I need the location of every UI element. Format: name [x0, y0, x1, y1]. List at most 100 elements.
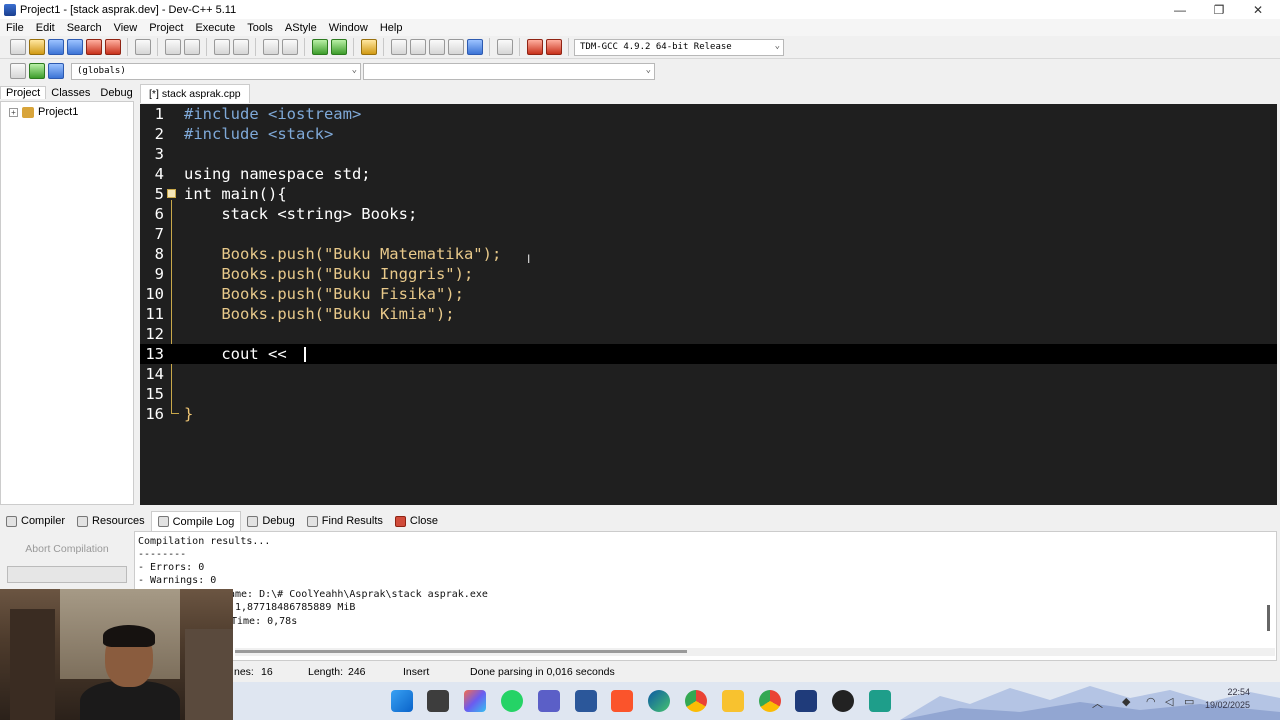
fold-toggle-icon[interactable]	[167, 189, 176, 198]
line-number: 13	[145, 345, 164, 363]
compile-icon[interactable]	[390, 39, 407, 55]
tab-label: Close	[409, 515, 439, 527]
indent-icon[interactable]	[262, 39, 279, 55]
menu-help[interactable]: Help	[374, 22, 409, 34]
expand-icon[interactable]: +	[9, 107, 18, 117]
edge-browser-icon[interactable]	[648, 690, 670, 712]
print-icon[interactable]	[134, 39, 151, 55]
run-icon[interactable]	[409, 39, 426, 55]
chrome-profile-icon[interactable]	[759, 690, 781, 712]
volume-icon[interactable]: ◁	[1165, 695, 1173, 708]
status-length-value: 246	[348, 666, 366, 678]
profile-icon[interactable]	[526, 39, 543, 55]
whatsapp-icon[interactable]	[501, 690, 523, 712]
toggle-bookmark-icon[interactable]	[28, 63, 45, 79]
code-line: 1 #include <iostream>	[140, 104, 1277, 124]
compiler-select[interactable]: TDM-GCC 4.9.2 64-bit Release ⌄	[574, 38, 784, 56]
scope-select[interactable]: (globals) ⌄	[71, 62, 361, 80]
menu-astyle[interactable]: AStyle	[279, 22, 323, 34]
menu-project[interactable]: Project	[143, 22, 189, 34]
compile-log-output[interactable]: Compilation results... -------- - Errors…	[134, 531, 1277, 661]
tab-resources[interactable]: Resources	[71, 511, 151, 531]
tray-chevron-up-icon[interactable]: ︿	[1092, 695, 1103, 711]
tab-debug[interactable]: Debug	[95, 87, 137, 99]
stop-execution-icon[interactable]	[496, 39, 513, 55]
code-editor[interactable]: 1 #include <iostream> 2 #include <stack>…	[140, 104, 1277, 505]
file-explorer-icon[interactable]	[722, 690, 744, 712]
save-icon[interactable]	[47, 39, 64, 55]
log-vertical-scrollbar[interactable]	[1267, 605, 1270, 631]
redo-icon[interactable]	[183, 39, 200, 55]
menu-search[interactable]: Search	[61, 22, 108, 34]
replace-icon[interactable]	[232, 39, 249, 55]
webcam-person-hair	[103, 625, 155, 647]
log-line: - Errors: 0	[138, 562, 205, 573]
close-window-button[interactable]: ✕	[1238, 0, 1278, 19]
tab-label: Compiler	[21, 515, 66, 527]
menu-execute[interactable]: Execute	[189, 22, 241, 34]
tab-debug-bottom[interactable]: Debug	[241, 511, 300, 531]
tab-close[interactable]: Close	[389, 511, 444, 531]
debug-icon[interactable]	[545, 39, 562, 55]
compile-run-icon[interactable]	[428, 39, 445, 55]
brave-browser-icon[interactable]	[611, 690, 633, 712]
menu-tools[interactable]: Tools	[241, 22, 279, 34]
obs-icon[interactable]	[832, 690, 854, 712]
rebuild-icon[interactable]	[447, 39, 464, 55]
abort-compilation-button[interactable]: Abort Compilation	[7, 540, 127, 558]
line-number: 11	[145, 305, 164, 323]
status-lines-label: nes:	[234, 666, 254, 678]
menu-edit[interactable]: Edit	[30, 22, 61, 34]
project-options-icon[interactable]	[360, 39, 377, 55]
minimize-button[interactable]: —	[1160, 0, 1200, 19]
log-horizontal-scrollbar[interactable]	[235, 648, 1275, 656]
taskbar-clock[interactable]: 22:54 19/02/2025	[1205, 686, 1250, 712]
close-all-icon[interactable]	[104, 39, 121, 55]
chevron-down-icon: ⌄	[645, 64, 651, 75]
mouse-ibeam-icon: I	[527, 252, 531, 266]
project-tree-item[interactable]: + Project1	[9, 106, 78, 118]
open-file-icon[interactable]	[28, 39, 45, 55]
windows-start-icon[interactable]	[391, 690, 413, 712]
menu-window[interactable]: Window	[323, 22, 374, 34]
chrome-icon[interactable]	[685, 690, 707, 712]
new-file-icon[interactable]	[9, 39, 26, 55]
tab-classes[interactable]: Classes	[46, 87, 95, 99]
unindent-icon[interactable]	[281, 39, 298, 55]
wifi-icon[interactable]: ◠	[1146, 695, 1156, 708]
copilot-icon[interactable]	[464, 690, 486, 712]
bookmark-icon[interactable]	[330, 39, 347, 55]
goto-icon[interactable]	[311, 39, 328, 55]
tab-find-results[interactable]: Find Results	[301, 511, 389, 531]
battery-icon[interactable]: ▭	[1184, 695, 1194, 708]
log-line: ame: D:\# CoolYeahh\Asprak\stack asprak.…	[229, 589, 488, 600]
find-icon[interactable]	[213, 39, 230, 55]
tab-compiler[interactable]: Compiler	[0, 511, 71, 531]
task-view-icon[interactable]	[427, 690, 449, 712]
close-file-icon[interactable]	[85, 39, 102, 55]
save-all-icon[interactable]	[66, 39, 83, 55]
line-number: 8	[154, 245, 164, 263]
devcpp-taskbar-icon[interactable]	[795, 690, 817, 712]
undo-icon[interactable]	[164, 39, 181, 55]
tab-compile-log[interactable]: Compile Log	[150, 511, 242, 531]
menu-file[interactable]: File	[0, 22, 30, 34]
log-line: Time: 0,78s	[231, 616, 298, 627]
word-icon[interactable]	[575, 690, 597, 712]
tray-app-icon[interactable]: ◆	[1122, 695, 1130, 708]
editor-file-tab[interactable]: [*] stack asprak.cpp	[140, 84, 250, 103]
resources-icon	[77, 515, 89, 527]
insert-code-icon[interactable]	[9, 63, 26, 79]
notepad-icon[interactable]	[869, 690, 891, 712]
scrollbar-thumb[interactable]	[235, 650, 687, 653]
tab-label: Debug	[262, 515, 295, 527]
maximize-button[interactable]: ❐	[1199, 0, 1239, 19]
menu-view[interactable]: View	[108, 22, 144, 34]
goto-bookmark-icon[interactable]	[47, 63, 64, 79]
teams-icon[interactable]	[538, 690, 560, 712]
tab-project[interactable]: Project	[0, 86, 47, 99]
syntax-check-icon[interactable]	[466, 39, 483, 55]
symbol-select[interactable]: ⌄	[363, 62, 655, 80]
code-line: 8 Books.push("Buku Matematika");	[140, 244, 1277, 264]
line-number: 3	[154, 145, 164, 163]
